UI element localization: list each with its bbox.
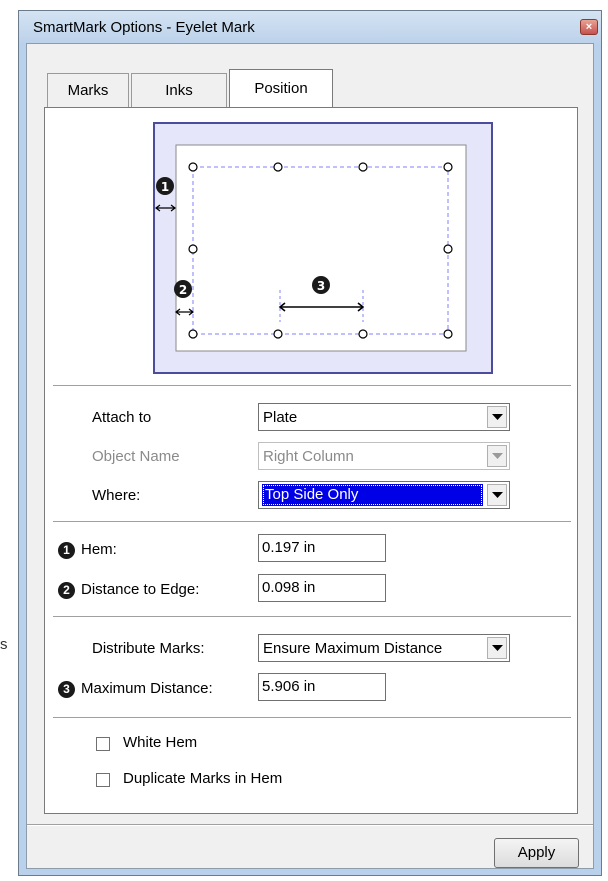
tab-inks[interactable]: Inks: [131, 73, 227, 107]
marker-badge-3-label: 3: [317, 279, 325, 293]
where-dropdown[interactable]: Top Side Only: [258, 481, 510, 509]
eyelet-mark: [443, 329, 453, 339]
duplicate-marks-checkbox[interactable]: [96, 773, 110, 787]
background-text-fragment: s: [0, 636, 8, 653]
apply-button[interactable]: Apply: [494, 838, 579, 868]
marker-badge-2-label: 2: [179, 283, 187, 297]
object-name-dropdown: Right Column: [258, 442, 510, 470]
chevron-down-icon: [492, 414, 503, 420]
dialog-client-area: Marks Inks Position 1 2 3 Attach to Plat…: [26, 43, 594, 869]
maximum-distance-input[interactable]: 5.906 in: [258, 673, 386, 701]
footer-separator: [27, 824, 593, 826]
object-name-dropdown-button: [487, 445, 507, 467]
eyelet-mark: [188, 162, 198, 172]
white-hem-checkbox[interactable]: [96, 737, 110, 751]
eyelet-mark: [358, 329, 368, 339]
hem-input[interactable]: 0.197 in: [258, 534, 386, 562]
eyelet-mark: [443, 244, 453, 254]
hem-label: Hem:: [81, 541, 117, 558]
maximum-distance-label: Maximum Distance:: [81, 680, 213, 697]
chevron-down-icon: [492, 645, 503, 651]
white-hem-label[interactable]: White Hem: [123, 734, 197, 751]
separator: [53, 521, 571, 523]
attach-to-dropdown[interactable]: Plate: [258, 403, 510, 431]
close-button[interactable]: ×: [580, 19, 598, 35]
tab-marks[interactable]: Marks: [47, 73, 129, 107]
distribute-marks-label: Distribute Marks:: [92, 640, 205, 657]
eyelet-mark: [358, 162, 368, 172]
eyelet-mark: [443, 162, 453, 172]
distribute-marks-value: Ensure Maximum Distance: [263, 640, 443, 657]
distribute-marks-dropdown-button[interactable]: [487, 637, 507, 659]
tab-position[interactable]: Position: [229, 69, 333, 107]
tab-inks-label: Inks: [165, 82, 193, 99]
maximum-distance-badge: 3: [58, 681, 75, 698]
chevron-down-icon: [492, 492, 503, 498]
eyelet-mark: [188, 244, 198, 254]
distance-to-edge-input[interactable]: 0.098 in: [258, 574, 386, 602]
where-label: Where:: [92, 487, 141, 504]
attach-to-dropdown-button[interactable]: [487, 406, 507, 428]
attach-to-value: Plate: [263, 409, 298, 426]
window-title: SmartMark Options - Eyelet Mark: [33, 19, 255, 36]
tab-position-label: Position: [254, 80, 308, 97]
tab-marks-label: Marks: [67, 82, 109, 99]
preview-plate: [175, 144, 467, 352]
apply-button-label: Apply: [517, 844, 556, 861]
mark-position-preview: 1 2 3: [153, 122, 493, 377]
where-value: Top Side Only: [262, 484, 483, 506]
marker-badge-1-label: 1: [161, 180, 169, 194]
object-name-value: Right Column: [263, 448, 354, 465]
hem-badge: 1: [58, 542, 75, 559]
title-bar[interactable]: SmartMark Options - Eyelet Mark ×: [19, 11, 601, 43]
separator: [53, 717, 571, 719]
where-dropdown-button[interactable]: [487, 484, 507, 506]
distance-to-edge-badge: 2: [58, 582, 75, 599]
distance-to-edge-label: Distance to Edge:: [81, 581, 200, 598]
close-icon: ×: [585, 21, 593, 33]
chevron-down-icon: [492, 453, 503, 459]
eyelet-mark: [273, 329, 283, 339]
separator: [53, 385, 571, 387]
eyelet-mark: [273, 162, 283, 172]
distribute-marks-dropdown[interactable]: Ensure Maximum Distance: [258, 634, 510, 662]
eyelet-mark: [188, 329, 198, 339]
attach-to-label: Attach to: [92, 409, 152, 426]
position-tab-panel: 1 2 3 Attach to Plate Object Name Right …: [44, 107, 578, 814]
separator: [53, 616, 571, 618]
duplicate-marks-label[interactable]: Duplicate Marks in Hem: [123, 770, 282, 787]
preview-diagram: 1 2 3: [153, 122, 493, 374]
object-name-label: Object Name: [92, 448, 180, 465]
dialog-window: SmartMark Options - Eyelet Mark × Marks …: [18, 10, 602, 876]
